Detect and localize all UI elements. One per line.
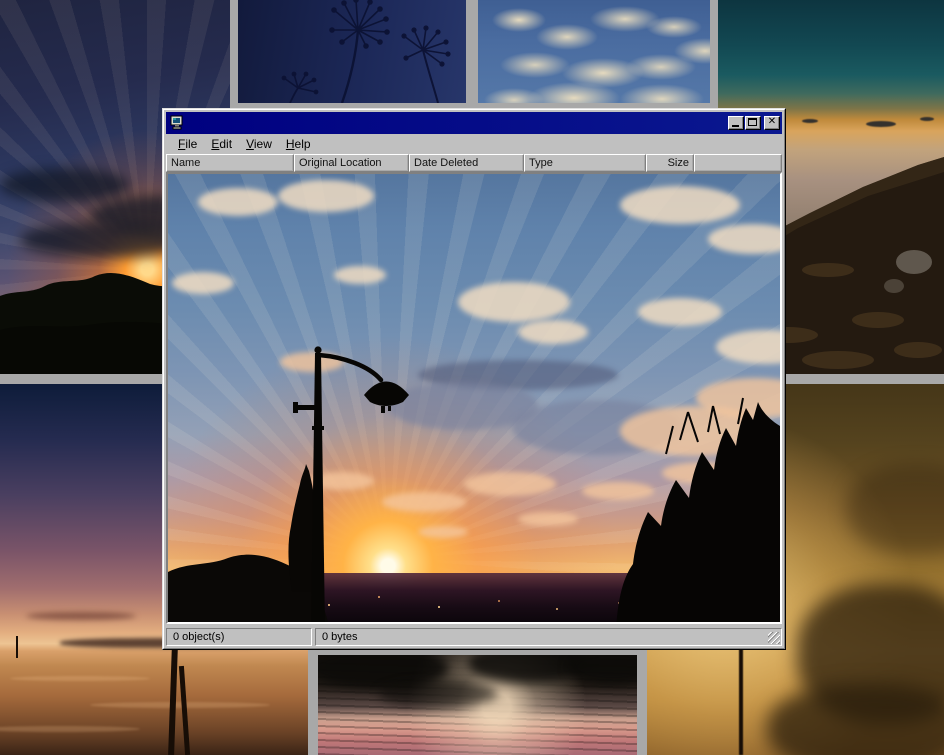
desktop-wallpaper: ✕ File Edit View Help Name Original Loca… (0, 0, 944, 755)
status-object-count: 0 object(s) (166, 628, 312, 646)
maximize-icon (748, 118, 757, 126)
wallpaper-photo-cloud-sky (478, 0, 710, 103)
column-header-size[interactable]: Size (646, 154, 694, 172)
wooden-pole (179, 666, 190, 755)
computer-icon (169, 115, 185, 131)
column-header-date-deleted[interactable]: Date Deleted (409, 154, 524, 172)
photo-sunset-streetlamp (168, 174, 780, 622)
close-button[interactable]: ✕ (764, 116, 780, 130)
pole-silhouette (739, 646, 743, 755)
wallpaper-photo-water-reflection (318, 655, 637, 755)
minimize-icon (732, 125, 739, 127)
menu-help[interactable]: Help (280, 135, 317, 153)
column-header-original-location[interactable]: Original Location (294, 154, 409, 172)
window-titlebar[interactable]: ✕ (166, 112, 782, 134)
maximize-button[interactable] (745, 116, 761, 130)
menu-file[interactable]: File (172, 135, 203, 153)
foreground-silhouettes (168, 174, 780, 624)
umbel-plants-silhouette (238, 0, 466, 103)
column-header-empty[interactable] (694, 154, 782, 172)
minimize-button[interactable] (728, 116, 744, 130)
list-view-area[interactable] (166, 172, 782, 624)
menu-bar: File Edit View Help (166, 134, 782, 154)
wallpaper-photo-plant-silhouettes (238, 0, 466, 103)
status-bar: 0 object(s) 0 bytes (166, 626, 782, 646)
column-header-type[interactable]: Type (524, 154, 646, 172)
menu-view[interactable]: View (240, 135, 278, 153)
wooden-pole (168, 646, 178, 755)
column-header-name[interactable]: Name (166, 154, 294, 172)
resize-grip[interactable] (768, 632, 780, 644)
status-size-text: 0 bytes (322, 631, 357, 643)
close-icon: ✕ (765, 116, 779, 127)
menu-edit[interactable]: Edit (205, 135, 238, 153)
list-column-headers: Name Original Location Date Deleted Type… (166, 154, 782, 172)
status-size: 0 bytes (315, 628, 782, 646)
recycle-bin-window: ✕ File Edit View Help Name Original Loca… (162, 108, 786, 650)
